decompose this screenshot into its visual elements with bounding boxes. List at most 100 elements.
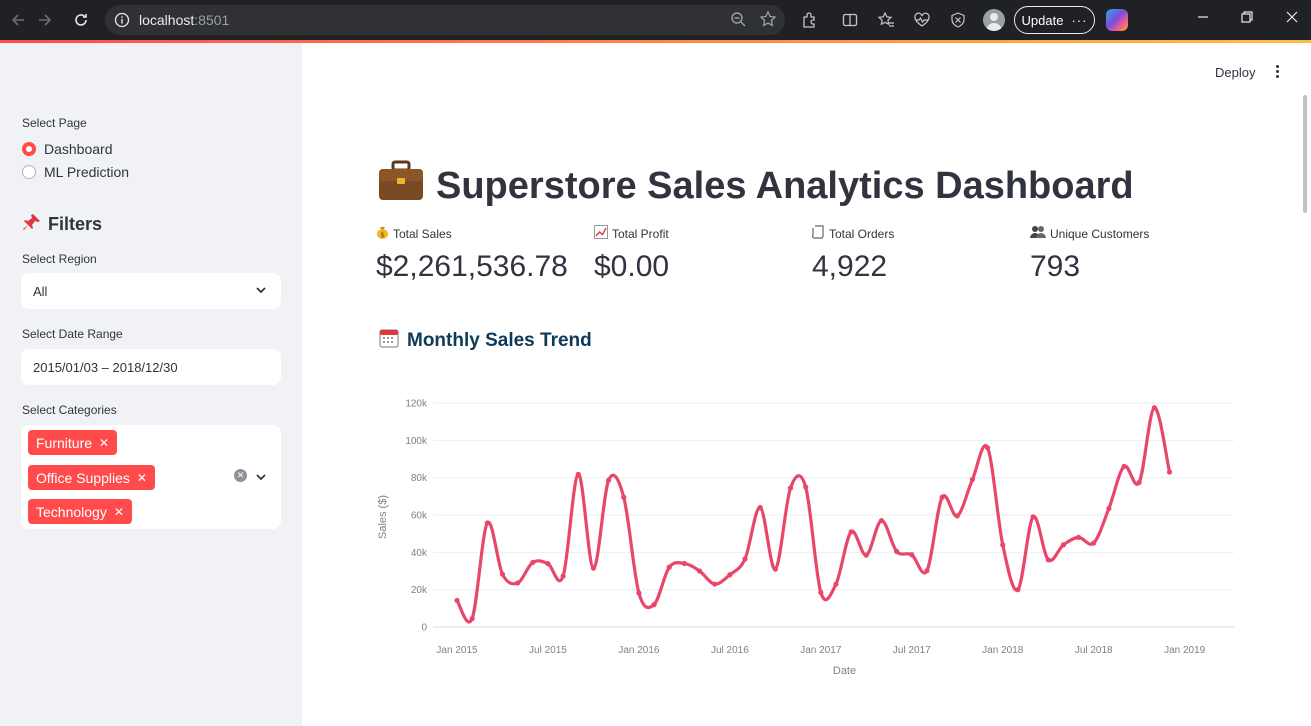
close-icon[interactable] <box>1285 10 1299 27</box>
update-button[interactable]: Update ··· <box>1014 6 1095 34</box>
data-point[interactable] <box>1015 587 1021 593</box>
data-point[interactable] <box>621 494 627 500</box>
data-point[interactable] <box>545 561 551 567</box>
region-label: Select Region <box>22 252 97 266</box>
data-point[interactable] <box>894 548 900 554</box>
chevron-down-icon[interactable] <box>255 470 267 488</box>
category-tag[interactable]: Office Supplies ✕ <box>28 465 155 490</box>
data-point[interactable] <box>803 484 809 490</box>
data-point[interactable] <box>818 589 824 596</box>
reload-icon[interactable] <box>63 2 99 38</box>
extensions-icon[interactable] <box>798 8 822 32</box>
category-tag[interactable]: Technology ✕ <box>28 499 132 524</box>
data-point[interactable] <box>636 590 642 596</box>
data-point[interactable] <box>530 559 536 566</box>
data-point[interactable] <box>575 471 581 477</box>
data-point[interactable] <box>1121 463 1127 470</box>
date-range-input[interactable]: 2015/01/03 – 2018/12/30 <box>21 349 281 385</box>
x-tick-label: Jan 2019 <box>1164 645 1206 656</box>
data-point[interactable] <box>848 529 854 535</box>
data-point[interactable] <box>924 568 930 574</box>
data-point[interactable] <box>1106 505 1112 512</box>
site-info-icon[interactable] <box>109 5 135 35</box>
data-point[interactable] <box>909 552 915 558</box>
data-point[interactable] <box>833 581 839 587</box>
zoom-icon[interactable] <box>729 10 747 31</box>
data-point[interactable] <box>606 477 612 483</box>
radio-unselected-indicator[interactable] <box>22 165 36 179</box>
data-point[interactable] <box>499 571 506 577</box>
deploy-button[interactable]: Deploy <box>1215 65 1255 80</box>
filters-heading: Filters <box>22 212 102 237</box>
data-point[interactable] <box>712 581 718 587</box>
data-point[interactable] <box>1045 557 1051 563</box>
data-point[interactable] <box>878 518 885 524</box>
data-point[interactable] <box>939 494 945 500</box>
data-point[interactable] <box>1000 542 1006 548</box>
y-tick-label: 80k <box>411 473 428 484</box>
data-point[interactable] <box>1136 479 1142 485</box>
data-point[interactable] <box>651 602 657 608</box>
profile-avatar[interactable] <box>983 9 1005 31</box>
data-point[interactable] <box>560 573 566 579</box>
data-point[interactable] <box>1075 534 1082 540</box>
scrollbar[interactable] <box>1303 95 1307 213</box>
metric-value: 793 <box>1030 250 1081 283</box>
remove-tag-icon[interactable]: ✕ <box>99 436 109 450</box>
data-point[interactable] <box>681 560 687 567</box>
region-select[interactable]: All <box>21 273 281 309</box>
data-point[interactable] <box>1091 540 1097 546</box>
url-host: localhost <box>139 12 195 28</box>
data-point[interactable] <box>515 580 521 586</box>
x-axis-label: Date <box>833 665 856 677</box>
metric-total-sales: $ Total Sales $2,261,536.78 <box>376 225 568 284</box>
y-tick-label: 0 <box>421 623 427 634</box>
data-point[interactable] <box>742 556 748 562</box>
health-icon[interactable] <box>910 8 934 32</box>
radio-ml-prediction[interactable]: ML Prediction <box>22 164 129 180</box>
data-point[interactable] <box>727 572 733 578</box>
scroll-icon <box>812 225 825 242</box>
data-point[interactable] <box>1060 542 1066 548</box>
address-bar[interactable]: localhost:8501 <box>105 5 785 35</box>
radio-selected-indicator[interactable] <box>22 142 36 156</box>
chevron-down-icon[interactable] <box>255 284 267 299</box>
metric-label: Unique Customers <box>1050 226 1150 241</box>
briefcase-icon <box>378 160 424 212</box>
data-point[interactable] <box>787 485 794 491</box>
date-range-value: 2015/01/03 – 2018/12/30 <box>33 359 178 375</box>
data-point[interactable] <box>969 476 976 483</box>
categories-multiselect[interactable]: Furniture ✕ Office Supplies ✕ Technology… <box>21 425 281 529</box>
data-point[interactable] <box>863 552 869 558</box>
remove-tag-icon[interactable]: ✕ <box>114 505 124 519</box>
category-tag[interactable]: Furniture ✕ <box>28 430 118 455</box>
data-point[interactable] <box>757 504 763 511</box>
data-point[interactable] <box>590 565 597 571</box>
bookmark-star-icon[interactable] <box>759 10 777 31</box>
data-point[interactable] <box>696 568 703 574</box>
data-point[interactable] <box>454 597 460 604</box>
main-menu-icon[interactable] <box>1272 65 1282 79</box>
more-dots-icon: ··· <box>1071 12 1088 28</box>
minimize-icon[interactable] <box>1196 10 1210 27</box>
pushpin-icon <box>22 212 42 237</box>
data-point[interactable] <box>469 616 475 622</box>
remove-tag-icon[interactable]: ✕ <box>137 471 147 485</box>
split-screen-icon[interactable] <box>838 8 862 32</box>
data-point[interactable] <box>1151 405 1157 411</box>
data-point[interactable] <box>1166 469 1173 475</box>
favorites-icon[interactable] <box>874 8 898 32</box>
metric-label: Total Sales <box>393 226 452 241</box>
data-point[interactable] <box>1030 514 1036 520</box>
data-point[interactable] <box>666 564 672 570</box>
data-point[interactable] <box>772 566 778 572</box>
data-point[interactable] <box>954 513 960 519</box>
restore-icon[interactable] <box>1240 10 1254 27</box>
radio-dashboard[interactable]: Dashboard <box>22 141 113 157</box>
shield-icon[interactable] <box>946 8 970 32</box>
copilot-icon[interactable] <box>1106 9 1128 31</box>
forward-icon[interactable] <box>27 2 63 38</box>
data-point[interactable] <box>484 520 490 526</box>
data-point[interactable] <box>985 445 991 451</box>
clear-all-icon[interactable]: ✕ <box>234 469 247 482</box>
